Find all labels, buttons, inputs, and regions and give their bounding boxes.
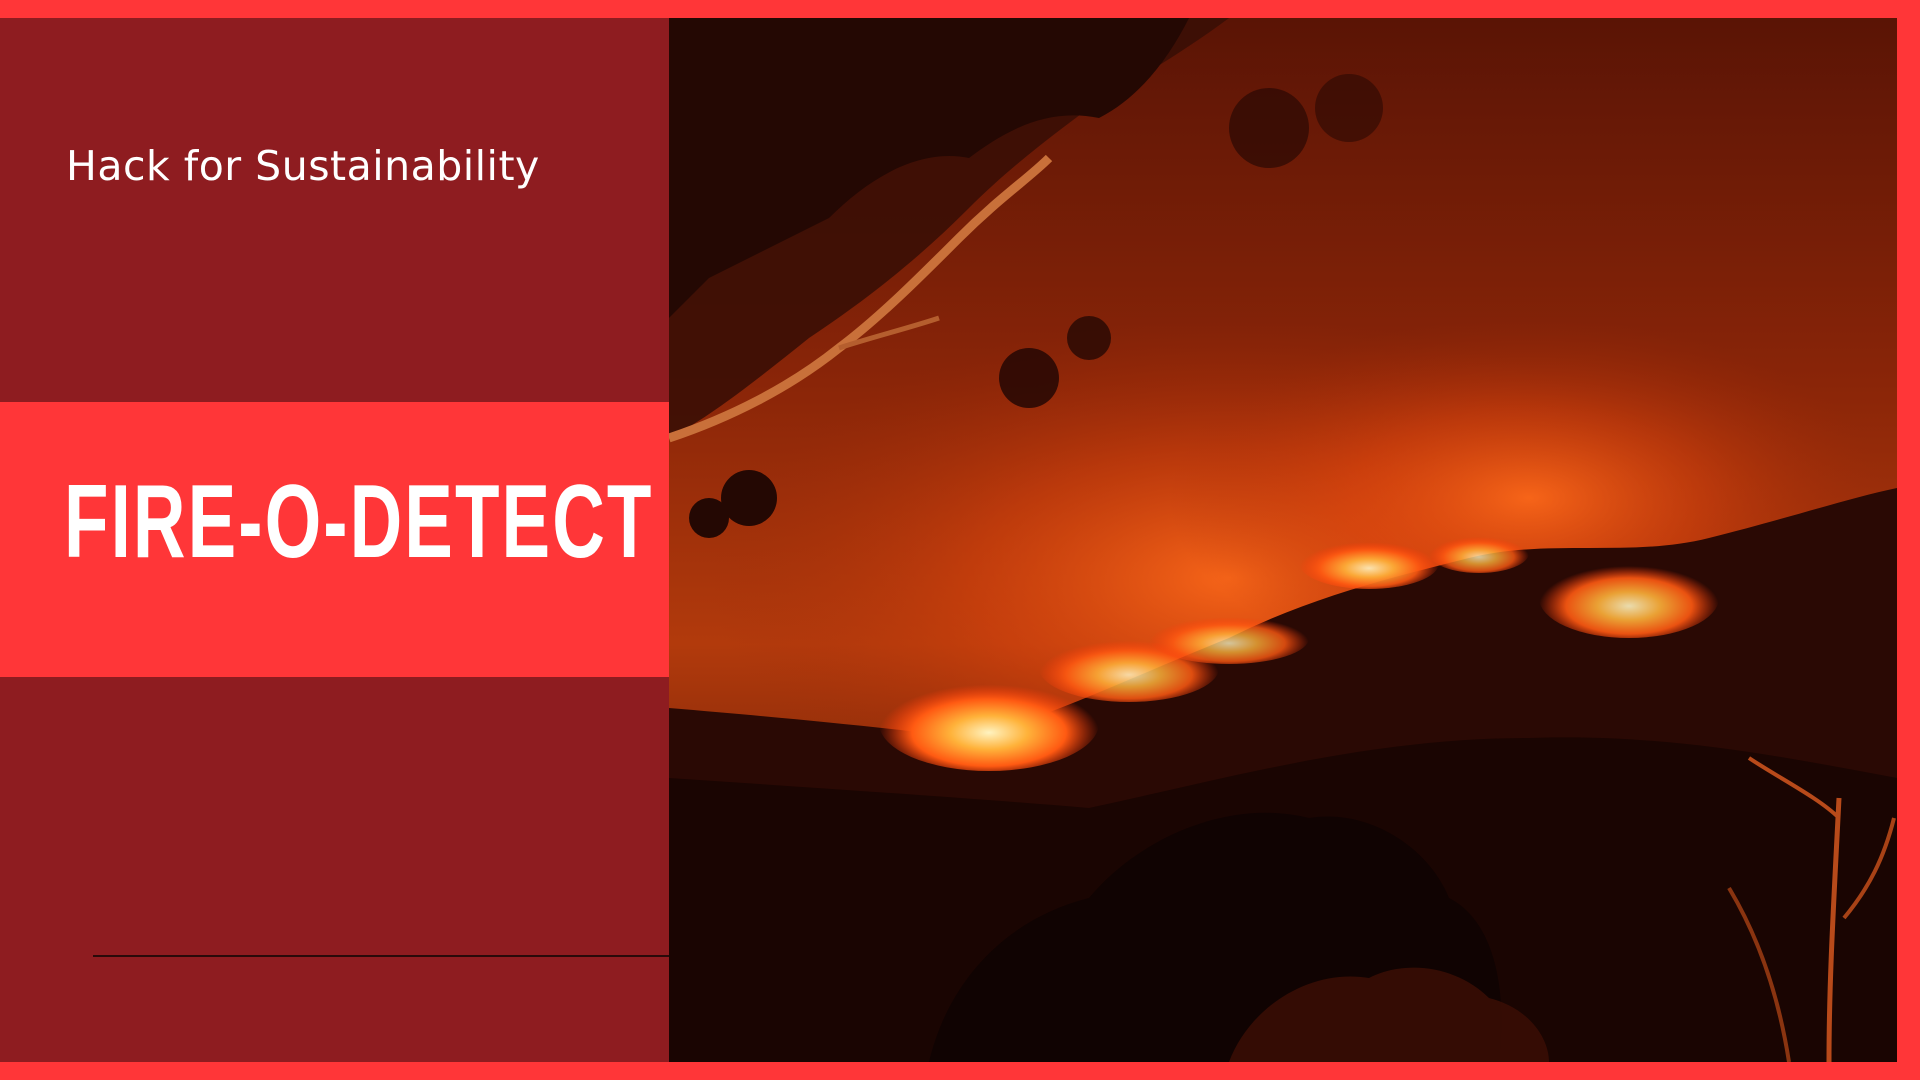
slide-title: FIRE-O-DETECT	[64, 464, 654, 580]
wildfire-night-illustration	[669, 18, 1897, 1062]
slide-subtitle: Hack for Sustainability	[66, 142, 540, 190]
slide: Hack for Sustainability FIRE-O-DETECT	[0, 0, 1920, 1080]
divider-line	[93, 955, 669, 957]
wildfire-night-photo	[669, 18, 1897, 1062]
